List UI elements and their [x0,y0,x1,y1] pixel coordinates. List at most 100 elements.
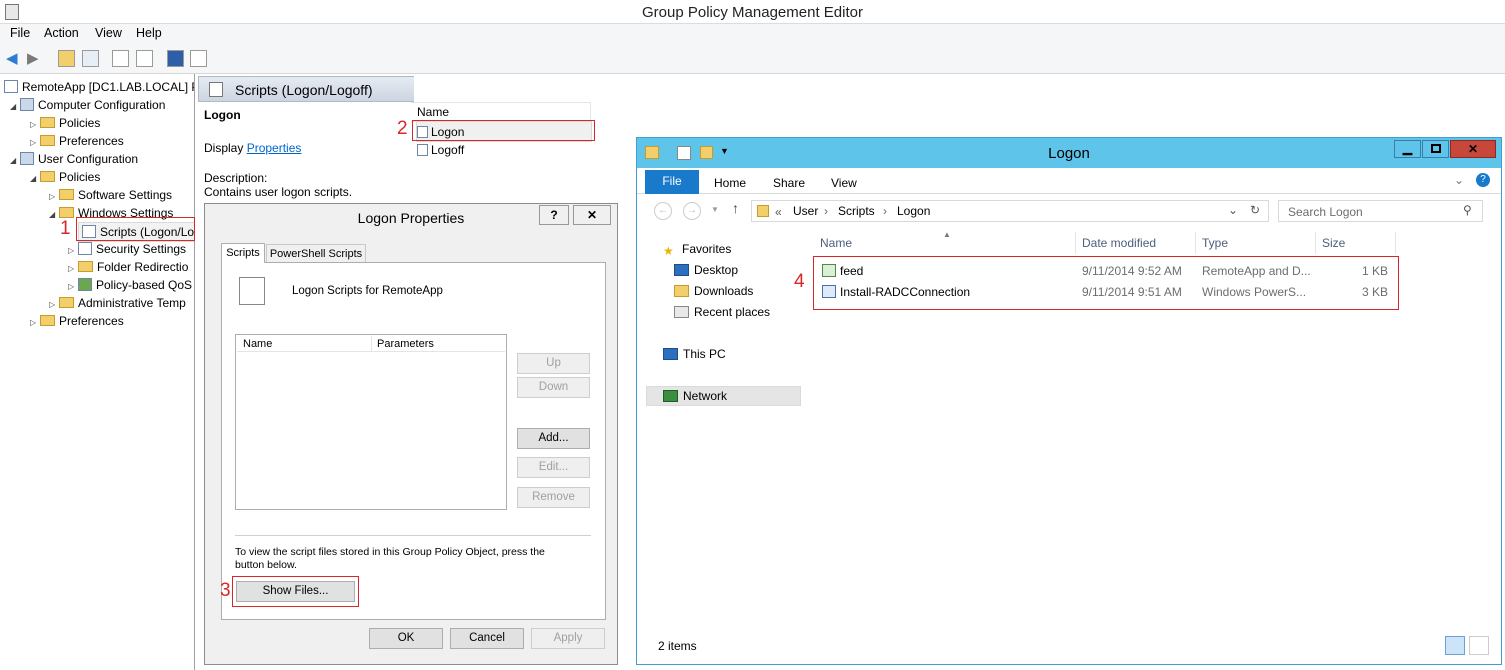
computer-icon [20,98,34,111]
details-view-icon[interactable] [1445,636,1465,655]
tree-cc-preferences[interactable]: ▷ Preferences [30,132,124,150]
tab-scripts[interactable]: Scripts [221,243,265,263]
apply-button[interactable]: Apply [531,628,605,649]
show-hide-tree-icon[interactable] [82,50,99,67]
ribbon-view-tab[interactable]: View [831,176,857,190]
up-button[interactable]: Up [517,353,590,374]
title-bar: Group Policy Management Editor [0,0,1505,24]
gpo-icon [4,80,18,93]
console-tree: RemoteApp [DC1.LAB.LOCAL] P ◢ Computer Co… [0,74,195,670]
address-dropdown-icon[interactable]: ⌄ [1228,203,1238,217]
nav-favorites[interactable]: ★ Favorites [663,242,731,258]
address-bar[interactable]: « User › Scripts › Logon ⌄ ↻ [751,200,1269,222]
search-icon[interactable]: ⚲ [1463,203,1472,217]
scripts-list[interactable]: Name Parameters [235,334,507,510]
search-box[interactable]: Search Logon ⚲ [1278,200,1483,222]
dialog-close-button[interactable]: ✕ [573,205,611,225]
remove-button[interactable]: Remove [517,487,590,508]
tree-computer-configuration[interactable]: ◢ Computer Configuration [10,96,165,114]
close-button[interactable]: ✕ [1450,140,1496,158]
maximize-button[interactable] [1422,140,1449,158]
annotation-box-1 [76,217,195,241]
status-item-count: 2 items [658,639,697,653]
tree-uc-preferences[interactable]: ▷ Preferences [30,312,124,330]
expanded-arrow-icon[interactable]: ◢ [10,98,20,116]
properties-icon[interactable] [112,50,129,67]
explorer-help-icon[interactable]: ? [1476,173,1490,187]
breadcrumb-user[interactable]: User [793,204,818,218]
nav-this-pc[interactable]: This PC [663,347,726,361]
tree-software-settings[interactable]: ▷ Software Settings [49,186,172,204]
breadcrumb-sep-icon[interactable]: › [824,204,828,218]
ribbon-home-tab[interactable]: Home [714,176,746,190]
breadcrumb-overflow[interactable]: « [775,205,782,219]
downloads-icon [674,285,689,297]
script-icon [209,82,223,97]
nav-desktop[interactable]: Desktop [674,263,738,277]
ok-button[interactable]: OK [369,628,443,649]
tree-cc-policies[interactable]: ▷ Policies [30,114,100,132]
menu-help[interactable]: Help [136,26,162,40]
col-header-name[interactable]: Name [814,232,1076,254]
recent-locations-icon[interactable]: ▼ [711,205,719,214]
help-icon[interactable] [167,50,184,67]
add-button[interactable]: Add... [517,428,590,449]
divider [235,535,591,536]
recent-places-icon [674,306,689,318]
col-header-type[interactable]: Type [1196,232,1316,254]
expanded-arrow-icon[interactable]: ◢ [10,152,20,170]
tree-user-configuration[interactable]: ◢ User Configuration [10,150,138,168]
name-column-header[interactable]: Name [411,102,591,122]
action-pane-icon[interactable] [190,50,207,67]
nav-recent-places[interactable]: Recent places [674,305,770,319]
col-header-date[interactable]: Date modified [1076,232,1196,254]
nav-network[interactable]: Network [663,389,727,403]
back-icon[interactable]: ◀ [6,51,22,67]
nav-back-icon[interactable]: ← [654,202,672,220]
display-properties: Display Properties [204,141,302,155]
menu-action[interactable]: Action [44,26,79,40]
dialog-help-button[interactable]: ? [539,205,569,225]
ribbon-expand-icon[interactable]: ⌄ [1454,173,1464,187]
computer-icon [663,348,678,360]
nav-downloads[interactable]: Downloads [674,284,753,298]
cancel-button[interactable]: Cancel [450,628,524,649]
minimize-button[interactable]: ▁ [1394,140,1421,158]
up-folder-icon[interactable] [58,50,75,67]
explorer-window: ▼ Logon ▁ ✕ File Home Share View ⌄ ? ← →… [636,137,1502,665]
breadcrumb-scripts[interactable]: Scripts [838,204,875,218]
large-icons-view-icon[interactable] [1469,636,1489,655]
expanded-arrow-icon[interactable]: ◢ [30,170,40,188]
nav-forward-icon[interactable]: → [683,202,701,220]
tab-powershell-scripts[interactable]: PowerShell Scripts [266,244,366,263]
script-document-icon [239,277,265,305]
collapsed-arrow-icon[interactable]: ▷ [30,314,40,332]
search-input[interactable]: Search Logon [1288,205,1363,219]
edit-button[interactable]: Edit... [517,457,590,478]
tree-root[interactable]: RemoteApp [DC1.LAB.LOCAL] P [4,78,194,96]
breadcrumb-sep-icon[interactable]: › [883,204,887,218]
tree-uc-policies[interactable]: ◢ Policies [30,168,100,186]
breadcrumb-logon[interactable]: Logon [897,204,930,218]
down-button[interactable]: Down [517,377,590,398]
up-one-level-icon[interactable]: ↑ [732,200,739,216]
col-header-size[interactable]: Size [1316,232,1396,254]
export-list-icon[interactable] [136,50,153,67]
ribbon-share-tab[interactable]: Share [773,176,805,190]
tree-security-settings[interactable]: ▷ Security Settings [68,240,186,258]
annotation-box-3 [232,576,359,607]
tree-folder-redirection[interactable]: ▷ Folder Redirectio [68,258,188,276]
col-name[interactable]: Name [243,338,272,350]
properties-link[interactable]: Properties [247,141,302,155]
tree-admin-templates[interactable]: ▷ Administrative Temp [49,294,186,312]
forward-icon[interactable]: ▶ [27,51,43,67]
refresh-icon[interactable]: ↻ [1250,203,1260,217]
menu-file[interactable]: File [10,26,30,40]
ribbon-file-tab[interactable]: File [645,170,699,194]
col-parameters[interactable]: Parameters [377,338,434,350]
user-icon [20,152,34,165]
list-item-logoff[interactable]: Logoff [417,140,464,161]
expanded-arrow-icon[interactable]: ◢ [49,206,59,224]
tree-policy-qos[interactable]: ▷ Policy-based QoS [68,276,192,294]
menu-view[interactable]: View [95,26,122,40]
